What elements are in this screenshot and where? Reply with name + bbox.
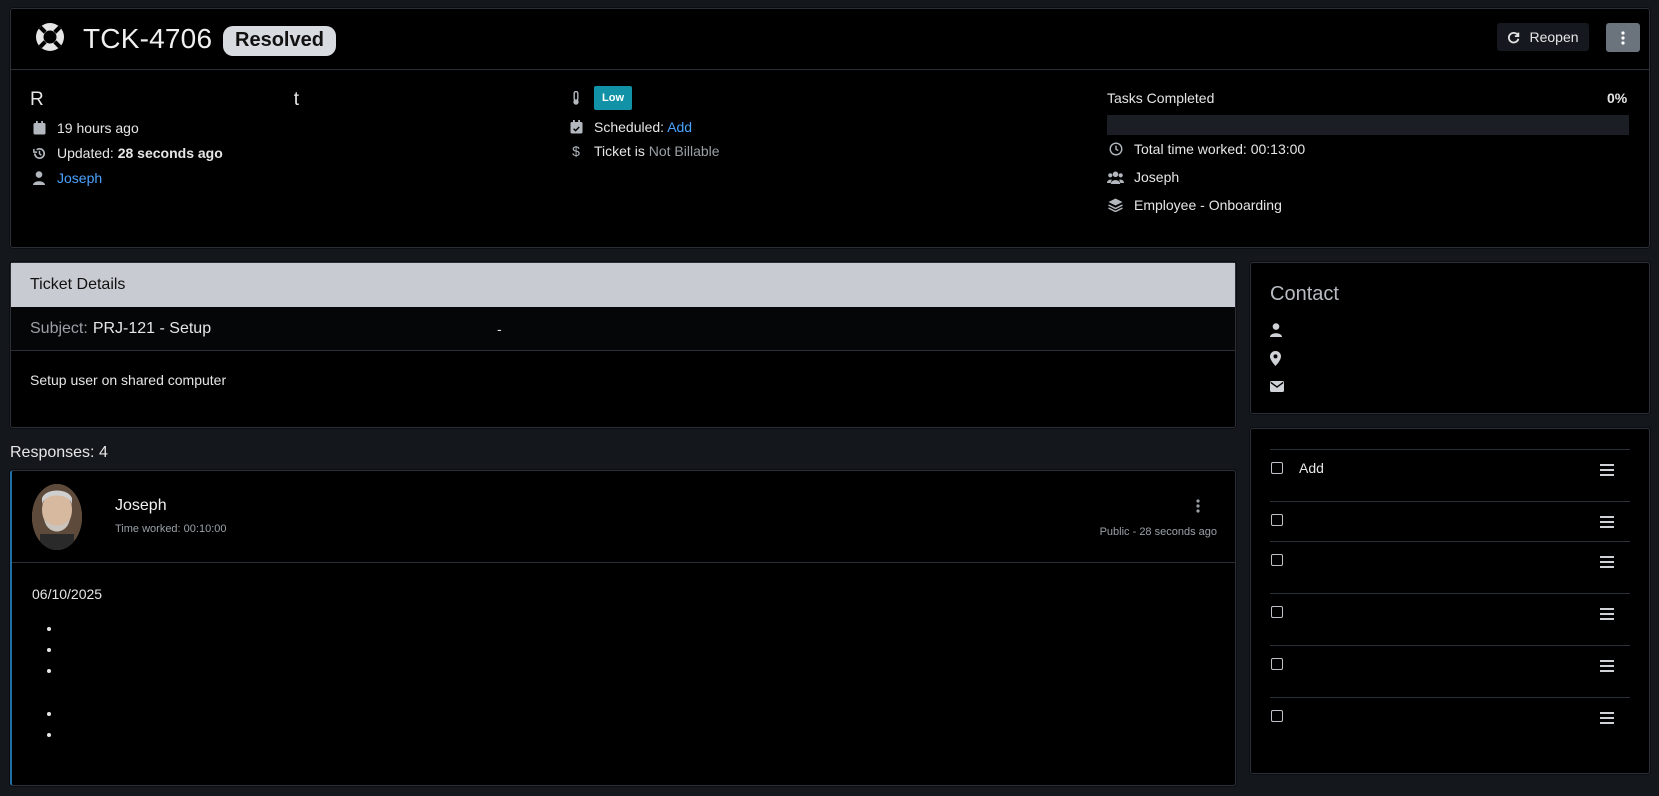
updated-value: 28 seconds ago: [117, 145, 223, 161]
tasks-completed-label: Tasks Completed: [1107, 90, 1215, 106]
drag-handle-icon[interactable]: [1600, 712, 1614, 724]
created-time: 19 hours ago: [57, 120, 139, 136]
drag-handle-icon[interactable]: [1600, 516, 1614, 528]
team-row: Joseph: [1107, 169, 1179, 185]
response-list: [32, 620, 1215, 747]
more-actions-button[interactable]: [1606, 23, 1640, 52]
assignee-link[interactable]: Joseph: [57, 170, 102, 186]
response-body: 06/10/2025: [12, 563, 1235, 770]
created-row: 19 hours ago: [31, 120, 139, 136]
drag-handle-icon[interactable]: [1600, 556, 1614, 568]
reload-icon: [1508, 32, 1520, 44]
ticket-details-card: Ticket Details Subject: PRJ-121 - Setup …: [10, 262, 1236, 428]
task-checkbox[interactable]: [1271, 462, 1283, 474]
contact-title: Contact: [1270, 283, 1339, 305]
thermometer-icon: [568, 90, 584, 106]
list-item: [62, 705, 1215, 726]
task-item[interactable]: [1270, 593, 1630, 645]
ticket-description: Setup user on shared computer: [30, 372, 227, 388]
reopen-button[interactable]: Reopen: [1497, 23, 1589, 51]
tasks-card: Add: [1250, 428, 1650, 774]
subject-value: PRJ-121 - Setup: [92, 319, 212, 337]
dollar-icon: $: [572, 143, 580, 159]
ticket-title-fragment: R: [30, 89, 44, 110]
tasks-progress-bar: [1107, 115, 1629, 135]
ticket-title-fragment-end: t: [293, 89, 300, 110]
updated-row: Updated: 28 seconds ago: [31, 145, 223, 161]
lifebuoy-icon: [36, 23, 64, 51]
billable-row: $ Ticket is Not Billable: [568, 143, 720, 159]
contact-location-row: [1270, 344, 1630, 372]
status-badge: Resolved: [223, 26, 336, 56]
total-time-worked: Total time worked: 00:13:00: [1134, 141, 1306, 157]
subject-extra: -: [497, 320, 502, 337]
list-item: [62, 662, 1215, 683]
response-time-worked: Time worked: 00:10:00: [115, 523, 227, 535]
clock-icon: [1108, 141, 1124, 157]
task-checkbox[interactable]: [1271, 710, 1283, 722]
reopen-label: Reopen: [1529, 29, 1579, 45]
ticket-details-heading: Ticket Details: [11, 263, 1235, 307]
ticket-title-row: R t: [30, 89, 299, 111]
response-menu-button[interactable]: [1192, 497, 1204, 515]
task-item[interactable]: [1270, 697, 1630, 749]
map-marker-icon: [1270, 350, 1281, 366]
ticket-header-card: TCK-4706 Resolved Reopen R t 19 hours ag…: [10, 8, 1650, 248]
task-item[interactable]: [1270, 645, 1630, 697]
envelope-icon: [1270, 380, 1284, 392]
billable-status[interactable]: Not Billable: [649, 143, 720, 159]
responses-count: Responses: 4: [10, 444, 108, 461]
drag-handle-icon[interactable]: [1600, 464, 1614, 476]
subject-label: Subject:: [30, 319, 88, 337]
tasks-completed-percent: 0%: [1607, 90, 1628, 106]
calendar-icon: [31, 120, 47, 136]
calendar-check-icon: [568, 119, 584, 135]
contact-card: Contact: [1250, 262, 1650, 414]
billable-label: Ticket is: [594, 143, 645, 159]
schedule-add-link[interactable]: Add: [667, 119, 692, 135]
list-item: [62, 641, 1215, 662]
task-label[interactable]: Add: [1299, 460, 1324, 476]
priority-row: Low: [568, 86, 632, 110]
updated-label: Updated:: [57, 145, 114, 161]
subject-row: Subject: PRJ-121 - Setup -: [11, 307, 1235, 351]
ellipsis-vertical-icon: [1621, 30, 1625, 45]
total-time-row: Total time worked: 00:13:00: [1108, 141, 1305, 157]
contact-email-row: [1270, 372, 1630, 400]
drag-handle-icon[interactable]: [1600, 660, 1614, 672]
scheduled-row: Scheduled: Add: [568, 119, 692, 135]
task-checkbox[interactable]: [1271, 514, 1283, 526]
response-visibility-time: Public - 28 seconds ago: [1099, 526, 1217, 538]
response-date: 06/10/2025: [32, 586, 103, 602]
task-checkbox[interactable]: [1271, 554, 1283, 566]
response-header: Joseph Time worked: 00:10:00 Public - 28…: [12, 471, 1235, 563]
user-icon: [1270, 323, 1282, 337]
ellipsis-vertical-icon: [1196, 499, 1200, 513]
list-item: [62, 726, 1215, 747]
layers-icon: [1107, 197, 1124, 213]
ticket-topbar: TCK-4706 Resolved Reopen: [11, 9, 1649, 70]
response-card: Joseph Time worked: 00:10:00 Public - 28…: [10, 470, 1236, 786]
task-checkbox[interactable]: [1271, 658, 1283, 670]
users-icon: [1107, 169, 1124, 185]
history-icon: [31, 145, 47, 161]
task-item[interactable]: [1270, 541, 1630, 593]
team-name: Joseph: [1134, 169, 1180, 185]
avatar: [32, 484, 82, 550]
category-row: Employee - Onboarding: [1107, 197, 1282, 213]
user-icon: [31, 170, 47, 186]
category-name: Employee - Onboarding: [1134, 197, 1282, 213]
task-checkbox[interactable]: [1271, 606, 1283, 618]
contact-name-row: [1270, 316, 1630, 344]
task-item[interactable]: Add: [1270, 449, 1630, 501]
drag-handle-icon[interactable]: [1600, 608, 1614, 620]
task-item[interactable]: [1270, 501, 1630, 541]
scheduled-label: Scheduled:: [594, 119, 665, 135]
assignee-row: Joseph: [31, 170, 102, 186]
list-item: [62, 620, 1215, 641]
response-author: Joseph: [115, 497, 167, 514]
ticket-id: TCK-4706: [83, 23, 213, 54]
priority-badge[interactable]: Low: [594, 86, 632, 110]
